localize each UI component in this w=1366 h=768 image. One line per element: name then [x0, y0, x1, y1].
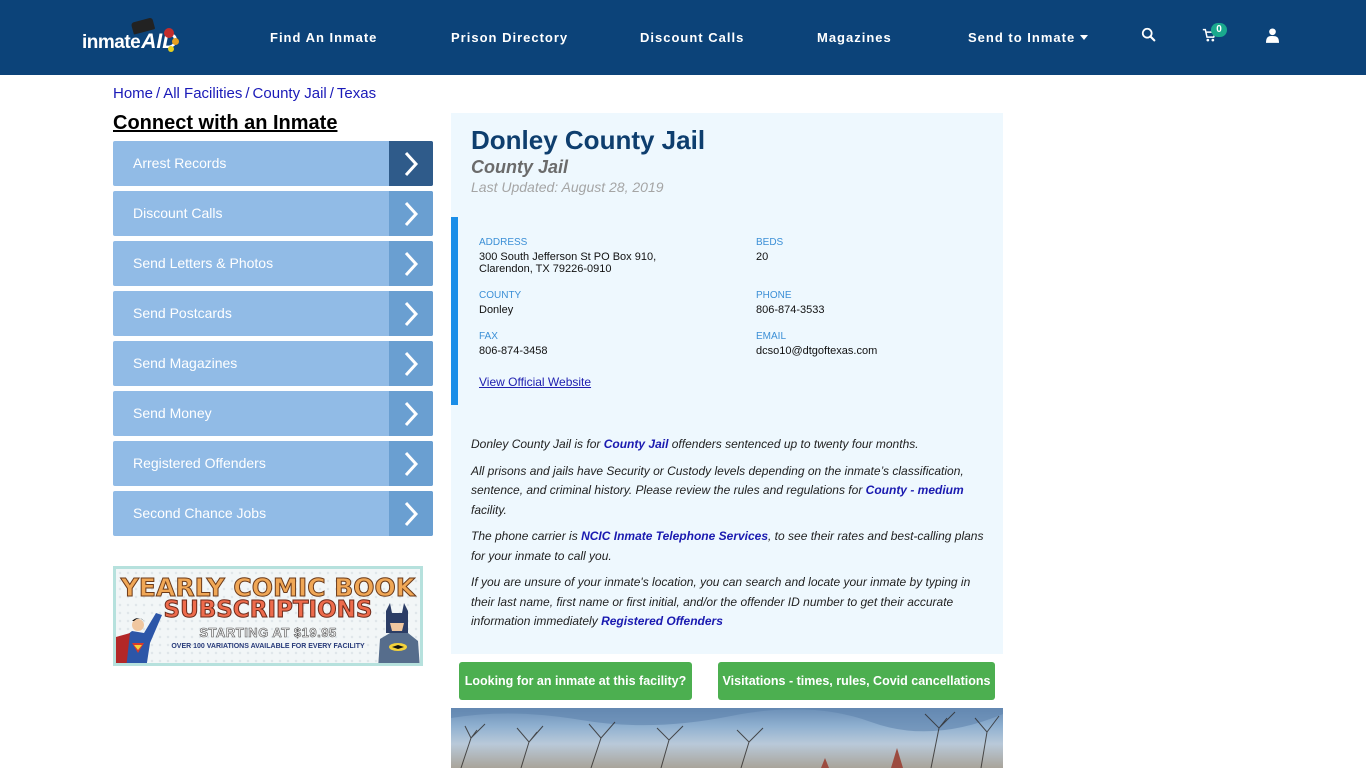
- description-paragraph: Donley County Jail is for County Jail of…: [471, 435, 991, 455]
- sidebar-item-label: Second Chance Jobs: [133, 505, 267, 521]
- chevron-right-icon: [389, 291, 433, 336]
- logo-leaf-icon: [168, 46, 174, 52]
- sidebar-item-send-letters-photos[interactable]: Send Letters & Photos: [113, 241, 433, 286]
- sidebar-item-label: Send Postcards: [133, 305, 232, 321]
- sidebar-item-label: Send Letters & Photos: [133, 255, 274, 271]
- description-paragraph: If you are unsure of your inmate's locat…: [471, 573, 991, 632]
- cart-count-badge: 0: [1211, 23, 1227, 37]
- chevron-right-icon: [389, 341, 433, 386]
- county-label: COUNTY: [479, 290, 522, 301]
- sidebar-title: Connect with an Inmate: [113, 112, 338, 134]
- phone-label: PHONE: [756, 290, 792, 301]
- breadcrumb-separator: /: [156, 85, 161, 102]
- facility-photo-illustration: [451, 708, 1003, 768]
- email-label: EMAIL: [756, 331, 787, 342]
- logo-leaf-icon: [172, 38, 179, 45]
- sidebar-item-send-money[interactable]: Send Money: [113, 391, 433, 436]
- chevron-right-icon: [389, 141, 433, 186]
- logo-leaf-icon: [164, 28, 174, 38]
- breadcrumb-separator: /: [329, 85, 334, 102]
- chevron-right-icon: [389, 191, 433, 236]
- description-text: facility.: [471, 502, 507, 517]
- beds-value: 20: [756, 251, 769, 263]
- beds-field: BEDS 20: [756, 237, 783, 263]
- nav-magazines[interactable]: Magazines: [817, 30, 892, 45]
- sidebar-item-label: Registered Offenders: [133, 455, 266, 471]
- security-level-link[interactable]: County - medium: [866, 483, 964, 497]
- sidebar-item-discount-calls[interactable]: Discount Calls: [113, 191, 433, 236]
- banner-subheadline: SUBSCRIPTIONS: [163, 597, 373, 624]
- fax-field: FAX 806-874-3458: [479, 331, 548, 357]
- breadcrumb-home[interactable]: Home: [113, 85, 153, 102]
- top-navbar: inmate AID Find An Inmate Prison Director…: [0, 0, 1366, 75]
- sidebar-item-registered-offenders[interactable]: Registered Offenders: [113, 441, 433, 486]
- facility-type: County Jail: [471, 157, 569, 177]
- facility-name: Donley County Jail: [471, 125, 706, 155]
- facility-description: Donley County Jail is for County Jail of…: [471, 435, 991, 639]
- chevron-right-icon: [389, 241, 433, 286]
- sidebar-item-label: Discount Calls: [133, 205, 223, 221]
- breadcrumb-all-facilities[interactable]: All Facilities: [163, 85, 242, 102]
- user-icon[interactable]: [1266, 28, 1284, 46]
- banner-price: STARTING AT $19.95: [199, 625, 337, 641]
- sidebar-item-send-postcards[interactable]: Send Postcards: [113, 291, 433, 336]
- last-updated: Last Updated: August 28, 2019: [471, 179, 664, 195]
- phone-field: PHONE 806-874-3533: [756, 290, 825, 316]
- find-inmate-at-facility-button[interactable]: Looking for an inmate at this facility?: [459, 662, 692, 700]
- sidebar-item-arrest-records[interactable]: Arrest Records: [113, 141, 433, 186]
- facility-card: Donley County Jail County Jail Last Upda…: [451, 113, 1003, 654]
- chevron-right-icon: [389, 441, 433, 486]
- view-official-website-link[interactable]: View Official Website: [479, 375, 591, 389]
- logo-text: inmate: [82, 32, 141, 53]
- beds-label: BEDS: [756, 237, 784, 248]
- breadcrumb-separator: /: [245, 85, 250, 102]
- caret-down-icon: [1080, 35, 1089, 41]
- breadcrumb-county-jail[interactable]: County Jail: [253, 85, 327, 102]
- description-paragraph: The phone carrier is NCIC Inmate Telepho…: [471, 527, 991, 566]
- description-text: Donley County Jail is for: [471, 437, 604, 451]
- logo[interactable]: inmate AID: [82, 17, 179, 54]
- nav-send-to-inmate-label: Send to Inmate: [968, 30, 1076, 45]
- sidebar-item-send-magazines[interactable]: Send Magazines: [113, 341, 433, 386]
- visitations-button[interactable]: Visitations - times, rules, Covid cancel…: [718, 662, 995, 700]
- description-text: The phone carrier is: [471, 529, 582, 543]
- sidebar-item-label: Arrest Records: [133, 155, 227, 171]
- county-jail-link[interactable]: County Jail: [604, 437, 669, 451]
- registered-offenders-link[interactable]: Registered Offenders: [601, 614, 723, 628]
- nav-prison-directory[interactable]: Prison Directory: [451, 30, 568, 45]
- breadcrumb: Home / All Facilities / County Jail / Texas: [113, 85, 376, 102]
- description-paragraph: All prisons and jails have Security or C…: [471, 462, 991, 521]
- phone-carrier-link[interactable]: NCIC Inmate Telephone Services: [581, 529, 768, 543]
- email-value[interactable]: dcso10@dtgoftexas.com: [756, 345, 877, 357]
- search-icon[interactable]: [1141, 27, 1159, 45]
- address-line-2: Clarendon, TX 79226-0910: [479, 263, 612, 275]
- address-line-1: 300 South Jefferson St PO Box 910,: [479, 251, 657, 263]
- address-label: ADDRESS: [479, 237, 528, 248]
- sidebar-item-second-chance-jobs[interactable]: Second Chance Jobs: [113, 491, 433, 536]
- comic-subscription-banner[interactable]: YEARLY COMIC BOOK SUBSCRIPTIONS STARTING…: [113, 566, 423, 666]
- breadcrumb-texas[interactable]: Texas: [337, 85, 376, 102]
- fax-label: FAX: [479, 331, 498, 342]
- nav-discount-calls[interactable]: Discount Calls: [640, 30, 744, 45]
- chevron-right-icon: [389, 391, 433, 436]
- phone-value: 806-874-3533: [756, 304, 825, 316]
- address-field: ADDRESS 300 South Jefferson St PO Box 91…: [479, 237, 656, 275]
- nav-find-an-inmate[interactable]: Find An Inmate: [270, 30, 377, 45]
- facility-info-box: ADDRESS 300 South Jefferson St PO Box 91…: [451, 217, 1003, 405]
- county-field: COUNTY Donley: [479, 290, 521, 316]
- sidebar-menu: Arrest Records Discount Calls Send Letters…: [113, 141, 433, 541]
- county-value: Donley: [479, 304, 514, 316]
- email-field: EMAIL dcso10@dtgoftexas.com: [756, 331, 877, 357]
- banner-tagline: OVER 100 VARIATIONS AVAILABLE FOR EVERY …: [171, 643, 365, 650]
- sidebar-item-label: Send Money: [133, 405, 212, 421]
- fax-value: 806-874-3458: [479, 345, 548, 357]
- chevron-right-icon: [389, 491, 433, 536]
- nav-send-to-inmate[interactable]: Send to Inmate: [968, 30, 1089, 45]
- description-text: offenders sentenced up to twenty four mo…: [668, 437, 919, 451]
- facility-photo: [451, 708, 1003, 768]
- sidebar-item-label: Send Magazines: [133, 355, 238, 371]
